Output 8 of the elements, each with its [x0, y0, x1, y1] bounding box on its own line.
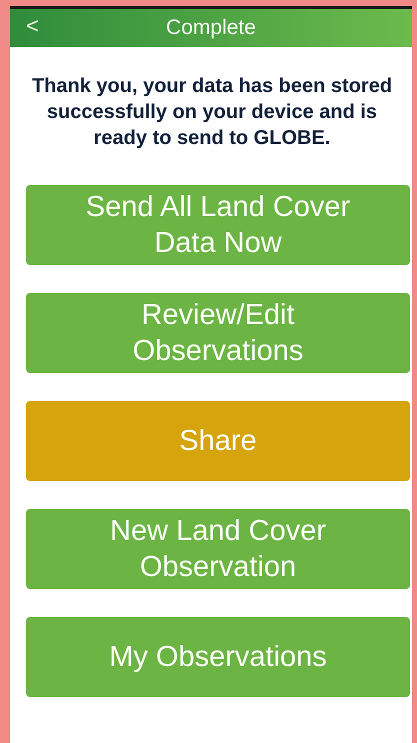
screen-title: Complete [166, 16, 256, 40]
share-button[interactable]: Share [26, 401, 410, 481]
action-button[interactable]: New Land Cover Observation [26, 509, 410, 589]
back-button[interactable]: < [22, 13, 43, 39]
confirmation-message: Thank you, your data has been stored successfully on your device and is ready to send to GLOBE. [30, 74, 394, 151]
action-button[interactable]: Review/Edit Observations [26, 293, 410, 373]
action-button[interactable]: Send All Land Cover Data Now [26, 185, 410, 265]
action-button[interactable]: My Observations [26, 617, 410, 697]
